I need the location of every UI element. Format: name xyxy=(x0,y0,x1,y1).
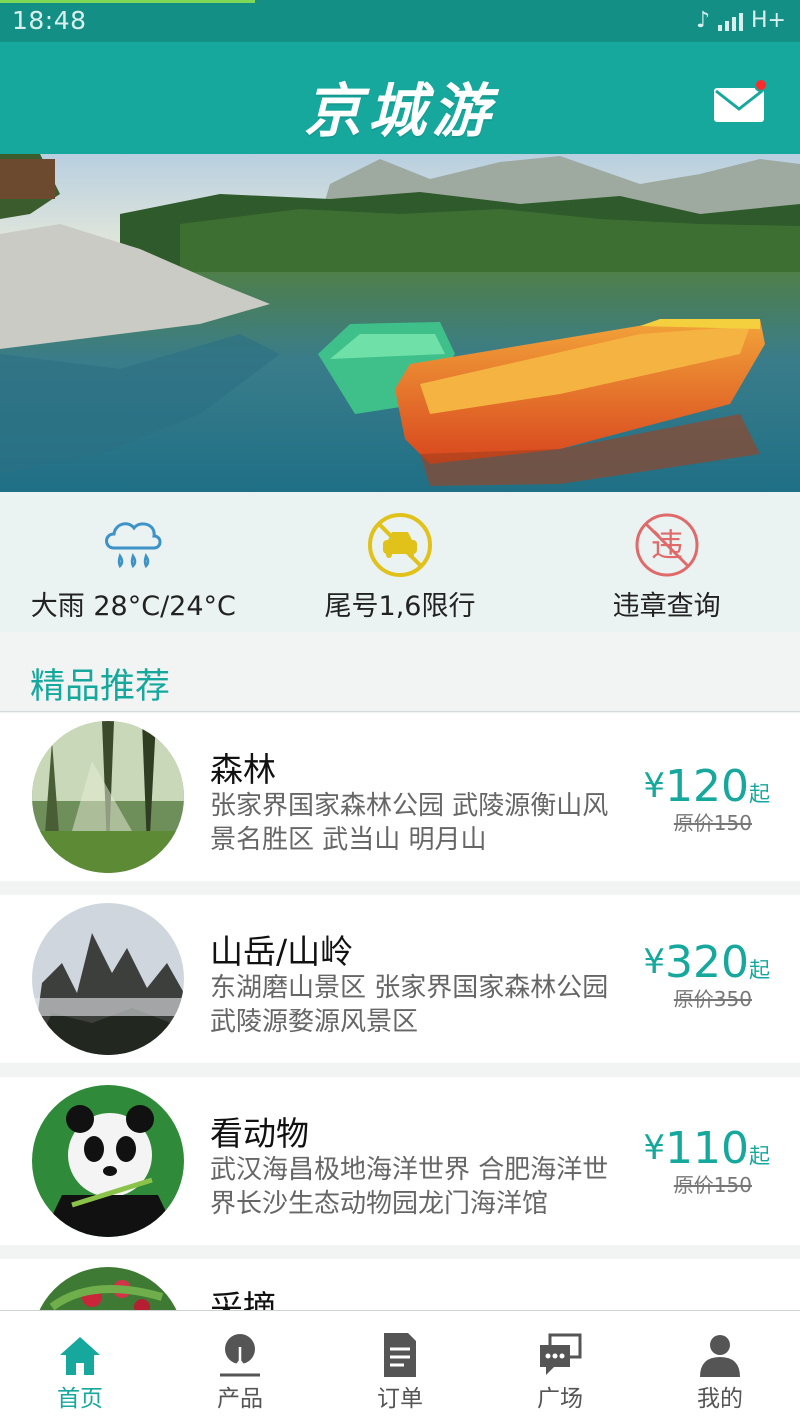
status-bar: 18:48 ♪ H+ xyxy=(0,0,800,42)
home-icon xyxy=(60,1337,100,1375)
tab-label: 广场 xyxy=(537,1386,583,1412)
forest-thumbnail xyxy=(32,721,184,873)
currency-symbol: ¥ xyxy=(643,766,666,806)
list-item-mountains[interactable]: 山岳/山岭 东湖磨山景区 张家界国家森林公园 武陵源婺源风景区 ¥320起 原价… xyxy=(0,895,800,1063)
unread-badge xyxy=(754,78,768,92)
item-description: 张家界国家森林公园 武陵源衡山风景名胜区 武当山 明月山 xyxy=(210,791,609,855)
tab-products[interactable]: 产品 xyxy=(160,1311,320,1422)
original-price: 原价150 xyxy=(673,1173,752,1197)
user-icon xyxy=(700,1335,740,1377)
weather-label: 大雨 28°C/24°C xyxy=(30,591,236,622)
app-bar: 京城游 xyxy=(0,42,800,154)
mail-button[interactable] xyxy=(712,78,768,124)
quick-actions: 大雨 28°C/24°C 尾号1,6限行 违 违章查询 xyxy=(0,492,800,632)
weather-item[interactable]: 大雨 28°C/24°C xyxy=(0,492,267,632)
section-title: 精品推荐 xyxy=(30,667,171,707)
violation-query-label: 违章查询 xyxy=(612,591,721,622)
tab-mine[interactable]: 我的 xyxy=(640,1311,800,1422)
price-suffix: 起 xyxy=(749,782,770,806)
tab-label: 我的 xyxy=(697,1386,743,1412)
signal-icon xyxy=(718,11,744,31)
rain-cloud-icon xyxy=(105,522,162,569)
item-title: 森林 xyxy=(210,750,276,789)
violation-query-item[interactable]: 违 违章查询 xyxy=(533,492,800,632)
product-icon xyxy=(220,1334,260,1377)
price-value: 110 xyxy=(665,1123,749,1174)
mountains-thumbnail xyxy=(32,903,184,1055)
item-title: 看动物 xyxy=(210,1114,309,1153)
no-car-icon xyxy=(368,513,432,577)
item-description: 武汉海昌极地海洋世界 合肥海洋世界长沙生态动物园龙门海洋馆 xyxy=(210,1155,609,1219)
tab-label: 产品 xyxy=(217,1386,263,1412)
status-icons: ♪ H+ xyxy=(696,8,786,33)
traffic-restriction-label: 尾号1,6限行 xyxy=(324,591,476,622)
item-price: ¥110起 xyxy=(643,1123,770,1174)
order-icon xyxy=(384,1333,416,1377)
tab-label: 首页 xyxy=(57,1386,103,1412)
network-type: H+ xyxy=(751,8,786,33)
list-item-forest[interactable]: 森林 张家界国家森林公园 武陵源衡山风景名胜区 武当山 明月山 ¥120起 原价… xyxy=(0,713,800,881)
app-logo-title: 京城游 xyxy=(303,77,496,145)
panda-thumbnail xyxy=(32,1085,184,1237)
tab-orders[interactable]: 订单 xyxy=(320,1311,480,1422)
status-time: 18:48 xyxy=(12,6,87,35)
tab-square[interactable]: 广场 xyxy=(480,1311,640,1422)
tab-label: 订单 xyxy=(377,1386,423,1412)
price-value: 320 xyxy=(665,937,749,988)
load-progress xyxy=(0,0,255,3)
violation-icon: 违 xyxy=(635,513,699,577)
original-price: 原价350 xyxy=(673,987,752,1011)
bottom-tab-bar: 首页 产品 订单 广场 我的 xyxy=(0,1310,800,1422)
currency-symbol: ¥ xyxy=(643,1128,666,1168)
original-price: 原价150 xyxy=(673,811,752,835)
section-header: 精品推荐 xyxy=(0,632,800,712)
item-title: 山岳/山岭 xyxy=(210,932,354,971)
banner-image[interactable] xyxy=(0,154,800,492)
list-item-animals[interactable]: 看动物 武汉海昌极地海洋世界 合肥海洋世界长沙生态动物园龙门海洋馆 ¥110起 … xyxy=(0,1077,800,1245)
chat-bubbles-icon xyxy=(540,1333,582,1375)
currency-symbol: ¥ xyxy=(643,942,666,982)
item-price: ¥320起 xyxy=(643,937,770,988)
price-suffix: 起 xyxy=(749,1144,770,1168)
tab-home[interactable]: 首页 xyxy=(0,1311,160,1422)
item-price: ¥120起 xyxy=(643,761,770,812)
price-suffix: 起 xyxy=(749,958,770,982)
banner-scene xyxy=(0,154,800,492)
vibrate-icon: ♪ xyxy=(695,8,711,33)
traffic-restriction-item[interactable]: 尾号1,6限行 xyxy=(267,492,534,632)
item-description: 东湖磨山景区 张家界国家森林公园 武陵源婺源风景区 xyxy=(210,973,609,1037)
price-value: 120 xyxy=(665,761,749,812)
